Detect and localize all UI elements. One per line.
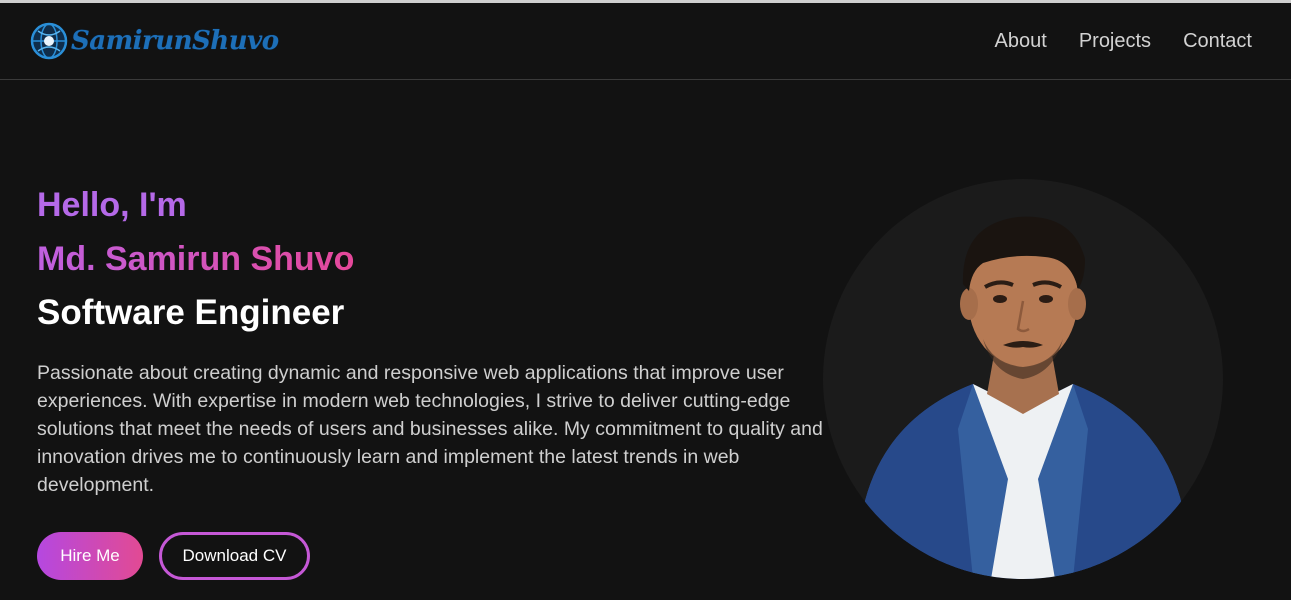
hero-greeting: Hello, I'm — [37, 186, 187, 224]
nav-menu: About Projects Contact — [995, 28, 1252, 54]
globe-logo-icon — [30, 22, 68, 60]
hero-buttons: Hire Me Download CV — [37, 532, 310, 580]
hero-description: Passionate about creating dynamic and re… — [37, 362, 823, 496]
navbar: SamirunShuvo About Projects Contact — [0, 3, 1291, 80]
nav-link-projects[interactable]: Projects — [1079, 28, 1151, 54]
hire-me-button[interactable]: Hire Me — [37, 532, 143, 580]
profile-photo-illustration — [863, 216, 1183, 579]
hero-name: Md. Samirun Shuvo — [37, 237, 354, 281]
profile-photo — [823, 179, 1223, 579]
hero-role: Software Engineer — [37, 293, 345, 332]
download-cv-button[interactable]: Download CV — [159, 532, 310, 580]
nav-link-contact[interactable]: Contact — [1183, 28, 1252, 54]
brand-logo[interactable]: SamirunShuvo — [29, 19, 279, 63]
brand-logo-text: SamirunShuvo — [71, 26, 279, 56]
hero-section: Hello, I'm Md. Samirun Shuvo Software En… — [37, 183, 827, 499]
nav-link-about[interactable]: About — [995, 28, 1047, 54]
